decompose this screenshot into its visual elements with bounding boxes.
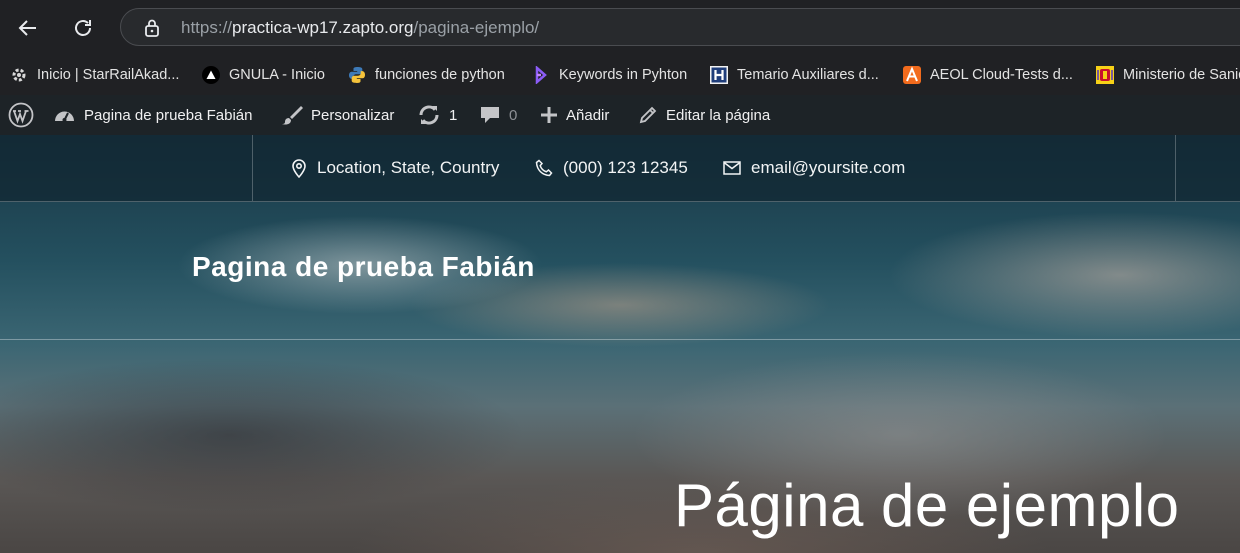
info-divider-right	[1175, 135, 1176, 201]
bookmarks-bar: Inicio | StarRailAkad... GNULA - Inicio …	[0, 55, 1240, 95]
admin-customize-label: Personalizar	[311, 106, 395, 124]
bookmark-aeol[interactable]: AEOL Cloud-Tests d...	[903, 64, 1073, 86]
admin-updates-link[interactable]: 1	[417, 95, 457, 135]
bookmark-label: Temario Auxiliares d...	[737, 67, 879, 83]
header-info-bar: Location, State, Country (000) 123 12345…	[0, 135, 1240, 202]
admin-site-name: Pagina de prueba Fabián	[84, 106, 253, 124]
envelope-icon	[723, 161, 741, 175]
plus-icon	[540, 106, 558, 124]
admin-edit-page-link[interactable]: Editar la página	[638, 95, 770, 135]
comment-bubble-icon	[479, 104, 501, 126]
admin-add-new-label: Añadir	[566, 106, 610, 124]
reload-button[interactable]	[63, 8, 103, 48]
map-pin-icon	[291, 158, 307, 178]
url-host: practica-wp17.zapto.org	[232, 18, 414, 37]
lock-icon[interactable]	[143, 18, 161, 43]
arrow-left-icon	[18, 20, 36, 36]
bookmark-gnula[interactable]: GNULA - Inicio	[202, 64, 325, 86]
url-scheme: https://	[181, 18, 233, 37]
url-text[interactable]: https://practica-wp17.zapto.org/pagina-e…	[181, 18, 539, 38]
email-text: email@yoursite.com	[751, 158, 906, 177]
browser-toolbar: https://practica-wp17.zapto.org/pagina-e…	[0, 0, 1240, 55]
bookmark-python-functions[interactable]: funciones de python	[348, 64, 505, 86]
phone-text: (000) 123 12345	[563, 158, 688, 177]
triangle-icon	[202, 66, 220, 84]
pencil-icon	[638, 105, 658, 125]
bookmark-ministerio[interactable]: Ministerio de Sanida	[1096, 64, 1240, 86]
python-icon	[348, 66, 366, 84]
admin-comments-count: 0	[509, 106, 518, 124]
bookmark-label: AEOL Cloud-Tests d...	[930, 67, 1073, 83]
location-text: Location, State, Country	[317, 158, 500, 177]
coat-of-arms-icon	[1096, 66, 1114, 84]
bookmark-label: GNULA - Inicio	[229, 67, 325, 83]
admin-customize-link[interactable]: Personalizar	[281, 95, 394, 135]
url-path: /pagina-ejemplo/	[413, 18, 540, 37]
admin-comments-link[interactable]: 0	[479, 95, 517, 135]
dashboard-gauge-icon	[53, 105, 76, 125]
admin-add-new-menu[interactable]: Añadir	[540, 95, 609, 135]
site-hero: Location, State, Country (000) 123 12345…	[0, 135, 1240, 553]
page-title: Página de ejemplo	[674, 472, 1180, 539]
header-email[interactable]: email@yoursite.com	[723, 155, 905, 181]
back-button[interactable]	[8, 8, 48, 48]
site-title-link[interactable]: Pagina de prueba Fabián	[192, 251, 535, 283]
paintbrush-icon	[281, 104, 303, 126]
admin-updates-count: 1	[449, 106, 458, 124]
wp-admin-bar: Pagina de prueba Fabián Personalizar 1 0…	[0, 95, 1240, 135]
bookmark-label: Ministerio de Sanida	[1123, 67, 1240, 83]
info-divider-left	[252, 135, 253, 201]
header-phone[interactable]: (000) 123 12345	[535, 155, 688, 181]
h-logo-icon	[710, 66, 728, 84]
reload-icon	[75, 20, 91, 36]
header-divider	[0, 339, 1240, 340]
address-bar[interactable]: https://practica-wp17.zapto.org/pagina-e…	[120, 8, 1240, 46]
bookmark-keywords-python[interactable]: Keywords in Pyhton	[532, 64, 687, 86]
wordpress-icon	[8, 102, 34, 128]
admin-site-name-menu[interactable]: Pagina de prueba Fabián	[53, 95, 252, 135]
phone-icon	[535, 159, 553, 177]
purple-logo-icon	[532, 66, 550, 84]
bookmark-label: Inicio | StarRailAkad...	[37, 67, 180, 83]
updates-icon	[417, 104, 441, 126]
gear-icon	[10, 66, 28, 84]
bookmark-starrail[interactable]: Inicio | StarRailAkad...	[10, 64, 179, 86]
a-logo-icon	[903, 66, 921, 84]
wp-logo-menu[interactable]	[8, 95, 42, 135]
bookmark-temario[interactable]: Temario Auxiliares d...	[710, 64, 879, 86]
header-location: Location, State, Country	[291, 155, 499, 181]
bookmark-label: Keywords in Pyhton	[559, 67, 688, 83]
bookmark-label: funciones de python	[375, 67, 505, 83]
admin-edit-page-label: Editar la página	[666, 106, 771, 124]
